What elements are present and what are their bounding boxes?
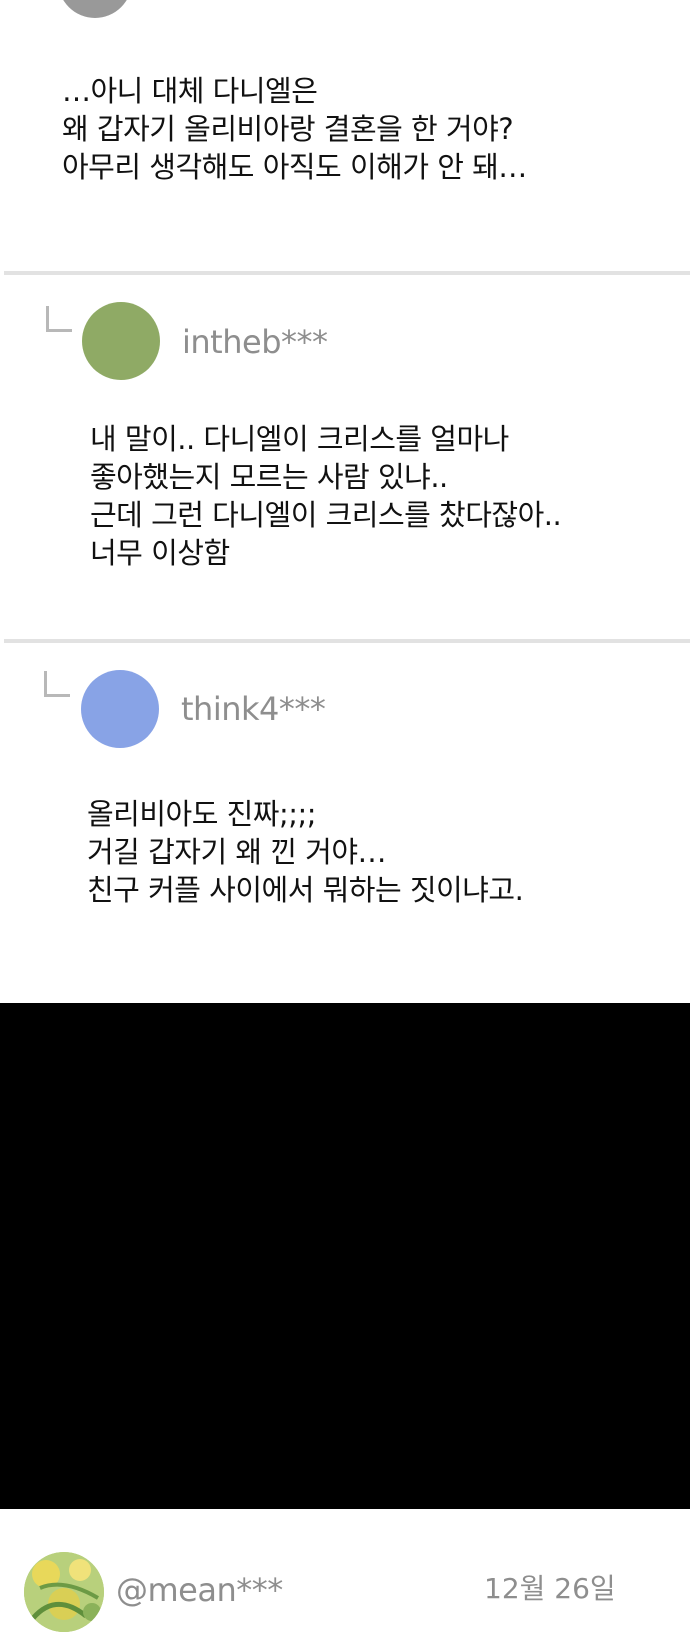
comment-text: 내 말이.. 다니엘이 크리스를 얼마나 좋아했는지 모르는 사람 있냐.. 근…	[90, 420, 562, 572]
avatar[interactable]	[82, 302, 160, 380]
comment-line: 왜 갑자기 올리비아랑 결혼을 한 거야?	[62, 112, 514, 146]
comment-line: 너무 이상함	[90, 536, 230, 570]
comment-line: …아니 대체 다니엘은	[62, 74, 318, 108]
username[interactable]: think4***	[181, 689, 326, 729]
avatar[interactable]	[24, 1552, 104, 1632]
avatar-image	[24, 1552, 104, 1632]
comment-text: 올리비아도 진짜;;;; 거길 갑자기 왜 낀 거야… 친구 커플 사이에서 뭐…	[87, 795, 524, 909]
comment-line: 내 말이.. 다니엘이 크리스를 얼마나	[90, 422, 509, 456]
avatar[interactable]	[81, 670, 159, 748]
avatar[interactable]	[58, 0, 132, 18]
comment-line: 올리비아도 진짜;;;;	[87, 797, 317, 831]
comment-divider	[4, 639, 690, 643]
comment-line: 아무리 생각해도 아직도 이해가 안 돼…	[62, 150, 527, 184]
comment-line: 좋아했는지 모르는 사람 있냐..	[90, 460, 448, 494]
comment-divider	[4, 271, 690, 275]
comment-line: 근데 그런 다니엘이 크리스를 찼다잖아..	[90, 498, 562, 532]
username[interactable]: @mean***	[116, 1570, 283, 1610]
username[interactable]: intheb***	[182, 322, 328, 362]
comment-date: 12월 26일	[484, 1572, 616, 1605]
comment-line: 거길 갑자기 왜 낀 거야…	[87, 835, 387, 869]
reply-arrow-icon	[46, 306, 72, 332]
reply-arrow-icon	[44, 671, 70, 697]
comment-text: …아니 대체 다니엘은 왜 갑자기 올리비아랑 결혼을 한 거야? 아무리 생각…	[62, 72, 527, 186]
comment-line: 친구 커플 사이에서 뭐하는 짓이냐고.	[87, 873, 524, 907]
black-panel	[0, 1003, 690, 1509]
